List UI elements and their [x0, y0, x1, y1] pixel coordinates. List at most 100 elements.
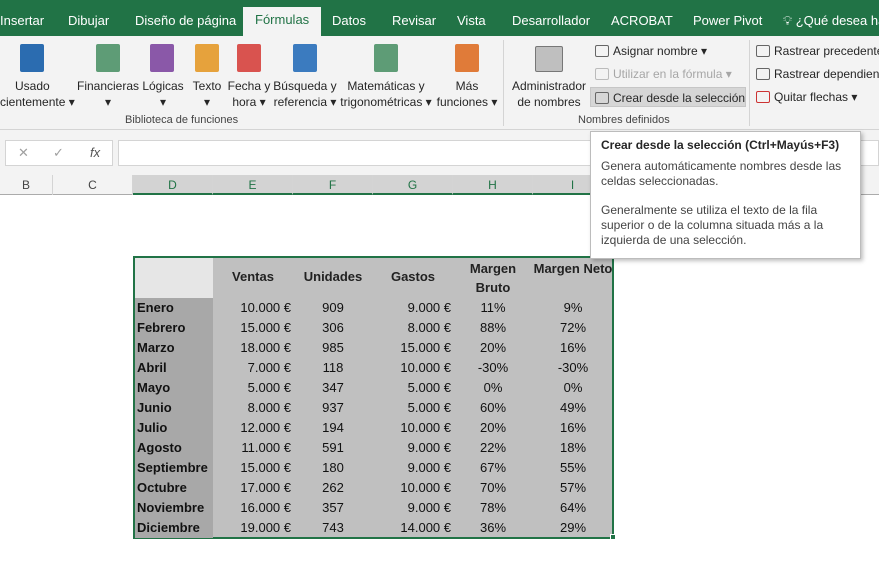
cell-margen-bruto[interactable]: 20% — [453, 338, 533, 358]
math-trig-button[interactable]: Matemáticas y trigonométricas ▾ — [338, 78, 434, 110]
cell-margen-bruto[interactable]: 70% — [453, 478, 533, 498]
cell-month[interactable]: Agosto — [135, 438, 213, 458]
cell-margen-bruto[interactable]: 20% — [453, 418, 533, 438]
remove-arrows-button[interactable]: Quitar flechas ▾ — [756, 87, 857, 107]
header-ventas[interactable]: Ventas — [213, 269, 293, 284]
cell-margen-bruto[interactable]: 11% — [453, 298, 533, 318]
enter-icon[interactable]: ✓ — [53, 145, 64, 161]
cell-unidades[interactable]: 909 — [293, 298, 373, 318]
corner-cell[interactable] — [135, 258, 213, 298]
cell-unidades[interactable]: 347 — [293, 378, 373, 398]
cell-ventas[interactable]: 19.000 € — [213, 518, 291, 538]
cell-unidades[interactable]: 180 — [293, 458, 373, 478]
cell-margen-bruto[interactable]: -30% — [453, 358, 533, 378]
tab-revisar[interactable]: Revisar — [392, 8, 436, 36]
cell-margen-neto[interactable]: 49% — [533, 398, 613, 418]
recent-functions-button[interactable]: Usado cientemente ▾ — [0, 78, 75, 110]
text-button[interactable]: Texto ▾ — [188, 78, 226, 110]
tab-datos[interactable]: Datos — [332, 8, 366, 36]
cell-month[interactable]: Octubre — [135, 478, 213, 498]
lookup-reference-button[interactable]: Búsqueda y referencia ▾ — [272, 78, 338, 110]
tell-me-box[interactable]: 💡︎ ¿Qué desea ha — [783, 8, 879, 34]
cell-unidades[interactable]: 743 — [293, 518, 373, 538]
cancel-icon[interactable]: ✕ — [18, 145, 29, 161]
cell-margen-neto[interactable]: 16% — [533, 418, 613, 438]
cell-month[interactable]: Marzo — [135, 338, 213, 358]
cell-gastos[interactable]: 5.000 € — [373, 398, 451, 418]
column-header-h[interactable]: H — [453, 175, 533, 195]
cell-ventas[interactable]: 16.000 € — [213, 498, 291, 518]
trace-dependents-button[interactable]: Rastrear dependient — [756, 64, 879, 84]
cell-month[interactable]: Noviembre — [135, 498, 213, 518]
tab-formulas[interactable]: Fórmulas — [243, 7, 322, 36]
tab-vista[interactable]: Vista — [457, 8, 486, 36]
name-manager-button[interactable]: Administrador de nombres — [508, 78, 590, 110]
cell-gastos[interactable]: 9.000 € — [373, 438, 451, 458]
cell-margen-neto[interactable]: 55% — [533, 458, 613, 478]
cell-margen-neto[interactable]: 18% — [533, 438, 613, 458]
date-time-button[interactable]: Fecha y hora ▾ — [226, 78, 272, 110]
cell-gastos[interactable]: 8.000 € — [373, 318, 451, 338]
cell-margen-neto[interactable]: -30% — [533, 358, 613, 378]
cell-month[interactable]: Septiembre — [135, 458, 213, 478]
cell-gastos[interactable]: 10.000 € — [373, 478, 451, 498]
cell-gastos[interactable]: 5.000 € — [373, 378, 451, 398]
cell-gastos[interactable]: 9.000 € — [373, 458, 451, 478]
cell-ventas[interactable]: 8.000 € — [213, 398, 291, 418]
tab-desarrollador[interactable]: Desarrollador — [512, 8, 590, 36]
cell-margen-bruto[interactable]: 0% — [453, 378, 533, 398]
cell-unidades[interactable]: 937 — [293, 398, 373, 418]
cell-ventas[interactable]: 10.000 € — [213, 298, 291, 318]
cell-unidades[interactable]: 194 — [293, 418, 373, 438]
column-header-b[interactable]: B — [0, 175, 53, 195]
cell-ventas[interactable]: 11.000 € — [213, 438, 291, 458]
cell-margen-bruto[interactable]: 67% — [453, 458, 533, 478]
cell-margen-bruto[interactable]: 78% — [453, 498, 533, 518]
create-from-selection-button[interactable]: Crear desde la selección — [590, 87, 746, 107]
cell-month[interactable]: Abril — [135, 358, 213, 378]
header-margen-neto[interactable]: Margen Neto — [533, 259, 613, 278]
cell-gastos[interactable]: 15.000 € — [373, 338, 451, 358]
cell-ventas[interactable]: 7.000 € — [213, 358, 291, 378]
cell-margen-bruto[interactable]: 22% — [453, 438, 533, 458]
header-gastos[interactable]: Gastos — [373, 269, 453, 284]
logical-button[interactable]: Lógicas ▾ — [140, 78, 186, 110]
tab-diseno-pagina[interactable]: Diseño de página — [135, 8, 236, 36]
cell-unidades[interactable]: 985 — [293, 338, 373, 358]
cell-ventas[interactable]: 15.000 € — [213, 318, 291, 338]
cell-gastos[interactable]: 9.000 € — [373, 498, 451, 518]
use-in-formula-button[interactable]: Utilizar en la fórmula ▾ — [592, 64, 735, 84]
cell-margen-neto[interactable]: 29% — [533, 518, 613, 538]
cell-gastos[interactable]: 10.000 € — [373, 358, 451, 378]
column-header-f[interactable]: F — [293, 175, 373, 195]
cell-margen-bruto[interactable]: 88% — [453, 318, 533, 338]
financial-button[interactable]: Financieras ▾ — [76, 78, 140, 110]
define-name-button[interactable]: Asignar nombre ▾ — [592, 41, 710, 61]
selected-range[interactable]: Ventas Unidades Gastos Margen Bruto Marg… — [133, 256, 614, 539]
cell-unidades[interactable]: 306 — [293, 318, 373, 338]
tab-power-pivot[interactable]: Power Pivot — [693, 8, 762, 36]
trace-precedents-button[interactable]: Rastrear precedente — [756, 41, 879, 61]
cell-margen-bruto[interactable]: 60% — [453, 398, 533, 418]
cell-ventas[interactable]: 17.000 € — [213, 478, 291, 498]
cell-margen-neto[interactable]: 72% — [533, 318, 613, 338]
cell-margen-neto[interactable]: 57% — [533, 478, 613, 498]
cell-month[interactable]: Julio — [135, 418, 213, 438]
column-header-d[interactable]: D — [133, 175, 213, 195]
cell-month[interactable]: Diciembre — [135, 518, 213, 538]
cell-margen-neto[interactable]: 16% — [533, 338, 613, 358]
cell-margen-neto[interactable]: 64% — [533, 498, 613, 518]
cell-gastos[interactable]: 10.000 € — [373, 418, 451, 438]
header-margen-bruto[interactable]: Margen Bruto — [453, 259, 533, 297]
cell-ventas[interactable]: 5.000 € — [213, 378, 291, 398]
cell-month[interactable]: Junio — [135, 398, 213, 418]
cell-ventas[interactable]: 18.000 € — [213, 338, 291, 358]
column-header-c[interactable]: C — [53, 175, 133, 195]
cell-unidades[interactable]: 591 — [293, 438, 373, 458]
column-header-e[interactable]: E — [213, 175, 293, 195]
cell-month[interactable]: Enero — [135, 298, 213, 318]
cell-unidades[interactable]: 118 — [293, 358, 373, 378]
column-header-g[interactable]: G — [373, 175, 453, 195]
tab-dibujar[interactable]: Dibujar — [68, 8, 109, 36]
more-functions-button[interactable]: Más funciones ▾ — [434, 78, 500, 110]
